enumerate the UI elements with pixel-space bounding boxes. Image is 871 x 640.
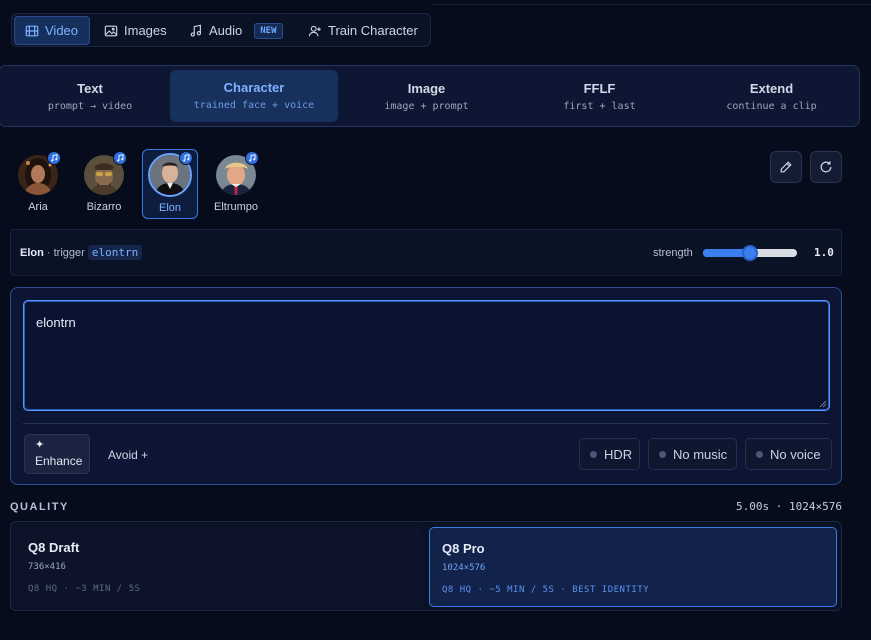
music-note-icon (245, 151, 259, 165)
trigger-code: elontrn (87, 245, 143, 260)
prompt-card: elontrn ✦ Enhance Avoid + HDR No music N… (10, 287, 842, 485)
image-icon (104, 25, 118, 36)
new-badge: NEW (254, 22, 283, 39)
toggle-label: No voice (770, 446, 821, 462)
tab-character[interactable]: Character trained face + voice (170, 70, 338, 122)
character-name: Elon (158, 202, 182, 214)
trigger-separator: · trigger (43, 247, 88, 259)
quality-meta: 5.00s · 1024×576 (736, 500, 842, 513)
top-edge-divider (431, 4, 871, 5)
toggle-hdr[interactable]: HDR (579, 438, 640, 470)
character-elon[interactable]: Elon (142, 149, 198, 219)
character-name: Bizarro (86, 201, 122, 213)
trigger-bar: Elon · trigger elontrn strength 1.0 (10, 229, 842, 276)
toggle-indicator (590, 450, 597, 458)
toggle-label: HDR (604, 446, 633, 462)
sparkle-icon: ✦ (35, 439, 45, 451)
tab-subtitle: continue a clip (726, 101, 817, 112)
prompt-input[interactable]: elontrn (23, 300, 830, 411)
trigger-character-name: Elon (20, 247, 44, 259)
tab-title: Text (77, 81, 103, 96)
nav-images-label: Images (124, 23, 167, 38)
trigger-info: Elon · trigger elontrn (20, 245, 143, 260)
film-icon (25, 25, 39, 36)
quality-description: Q8 HQ · ~3 MIN / 5S (28, 584, 141, 594)
top-nav: Video Images Audio NEW Train Character (11, 13, 431, 47)
character-name: Aria (28, 201, 48, 213)
tab-subtitle: trained face + voice (193, 100, 315, 111)
tab-title: Image (407, 81, 446, 96)
quality-resolution: 736×416 (28, 562, 66, 572)
tab-title: Character (223, 80, 285, 95)
music-note-icon (179, 151, 193, 165)
toggle-indicator (756, 450, 763, 458)
toggle-no-voice[interactable]: No voice (745, 438, 832, 470)
divider (23, 423, 829, 424)
tab-extend[interactable]: Extend continue a clip (689, 70, 854, 122)
quality-options: Q8 Draft 736×416 Q8 HQ · ~3 MIN / 5S Q8 … (10, 521, 842, 611)
quality-heading: QUALITY (10, 501, 69, 513)
tab-fflf[interactable]: FFLF first + last (517, 70, 682, 122)
quality-name: Q8 Pro (442, 541, 485, 556)
character-name: Eltrumpo (213, 201, 259, 213)
music-note-icon (113, 151, 127, 165)
enhance-button[interactable]: ✦ Enhance (24, 434, 90, 474)
tab-text[interactable]: Text prompt → video (10, 70, 170, 122)
user-plus-icon (308, 25, 321, 36)
nav-video-button[interactable]: Video (14, 16, 90, 45)
music-note-icon (47, 151, 61, 165)
quality-resolution: 1024×576 (442, 563, 486, 573)
strength-slider[interactable] (703, 245, 797, 261)
toggle-indicator (659, 450, 666, 458)
mode-tabs: Text prompt → video Character trained fa… (0, 65, 860, 127)
nav-audio-button[interactable]: Audio NEW (179, 16, 293, 45)
strength-label: strength (653, 247, 693, 259)
tab-title: FFLF (583, 81, 616, 96)
character-eltrumpo[interactable]: Eltrumpo (208, 149, 264, 219)
tab-subtitle: first + last (563, 101, 636, 112)
nav-video-label: Video (45, 23, 79, 38)
refresh-icon (820, 161, 832, 173)
music-note-icon (190, 24, 202, 37)
character-bizarro[interactable]: Bizarro (76, 149, 132, 219)
strength-value: 1.0 (814, 246, 834, 259)
toggle-no-music[interactable]: No music (648, 438, 737, 470)
avoid-button[interactable]: Avoid + (108, 448, 148, 462)
quality-description: Q8 HQ · ~5 MIN / 5S · BEST IDENTITY (442, 585, 650, 595)
nav-train-character-button[interactable]: Train Character (298, 16, 428, 45)
nav-audio-label: Audio (209, 23, 243, 38)
nav-images-button[interactable]: Images (94, 16, 177, 45)
refresh-button[interactable] (810, 151, 842, 183)
pencil-icon (780, 161, 792, 173)
quality-option-pro[interactable]: Q8 Pro 1024×576 Q8 HQ · ~5 MIN / 5S · BE… (429, 527, 837, 607)
tab-subtitle: prompt → video (47, 101, 133, 112)
enhance-label: Enhance (35, 454, 83, 468)
tab-title: Extend (749, 81, 794, 96)
toggle-label: No music (673, 446, 728, 462)
edit-character-button[interactable] (770, 151, 802, 183)
tab-subtitle: image + prompt (384, 101, 469, 112)
tab-image[interactable]: Image image + prompt (344, 70, 509, 122)
quality-name: Q8 Draft (28, 540, 80, 555)
nav-train-character-label: Train Character (328, 23, 418, 38)
strength-slider-knob[interactable] (742, 245, 758, 261)
quality-option-draft[interactable]: Q8 Draft 736×416 Q8 HQ · ~3 MIN / 5S (16, 527, 422, 607)
prompt-text: elontrn (36, 315, 76, 330)
character-aria[interactable]: Aria (10, 149, 66, 219)
resize-handle-icon[interactable] (819, 400, 827, 408)
